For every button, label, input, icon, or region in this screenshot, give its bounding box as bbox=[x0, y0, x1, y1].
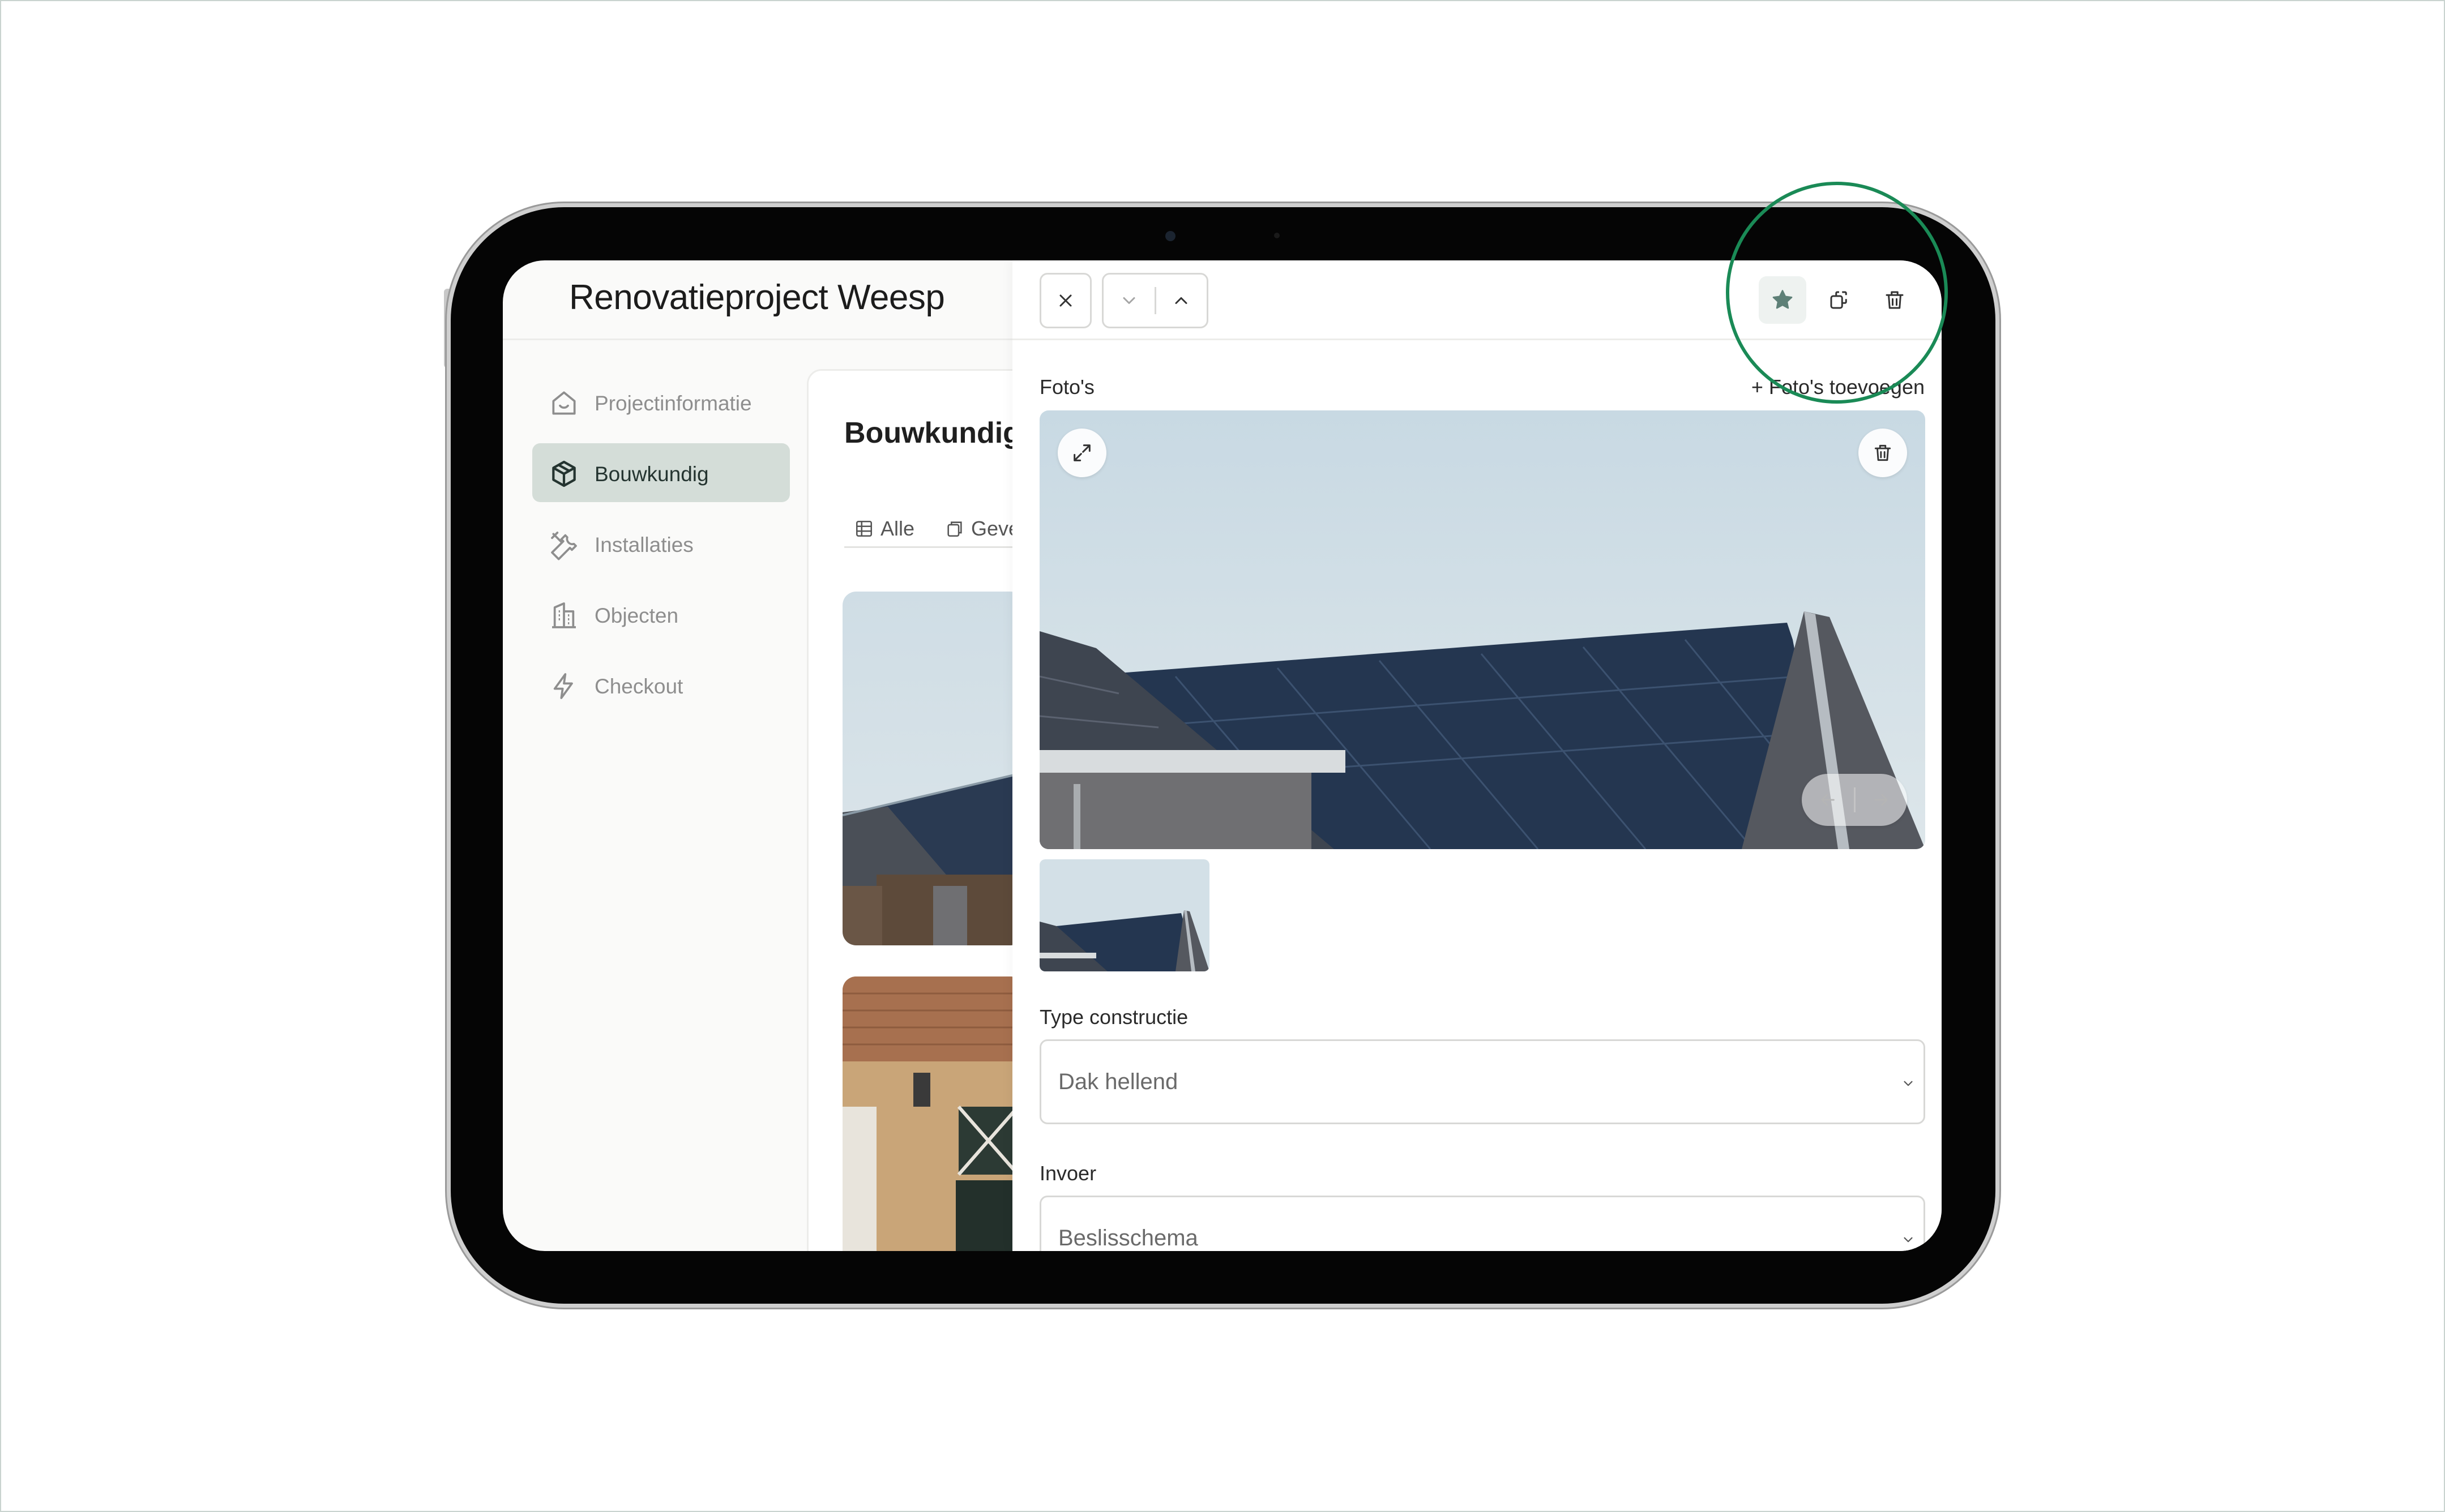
tab-geve[interactable]: Geve bbox=[945, 517, 1020, 541]
chevron-up-icon bbox=[1175, 297, 1187, 304]
photo-thumbnail[interactable] bbox=[1040, 859, 1209, 971]
item-photo[interactable] bbox=[843, 592, 1024, 945]
previous-photo-button[interactable] bbox=[1802, 790, 1854, 810]
building-icon bbox=[552, 602, 576, 628]
delete-photo-button[interactable] bbox=[1858, 429, 1907, 477]
select-value: Beslisschema bbox=[1058, 1226, 1198, 1250]
photos-label: Foto's bbox=[1040, 375, 1095, 399]
grid-icon bbox=[856, 520, 873, 537]
tools-icon bbox=[551, 532, 577, 560]
sidebar-item-label: Objecten bbox=[595, 604, 679, 627]
select-value: Dak hellend bbox=[1058, 1069, 1178, 1094]
sidebar-item-projectinformatie[interactable]: Projectinformatie bbox=[532, 372, 790, 431]
sensor bbox=[1274, 233, 1280, 238]
next-photo-button[interactable] bbox=[1856, 790, 1908, 810]
sidebar-item-label: Checkout bbox=[595, 675, 683, 698]
item-photo[interactable] bbox=[843, 976, 1024, 1251]
close-button[interactable] bbox=[1040, 273, 1092, 328]
chevron-down-icon bbox=[1904, 1081, 1913, 1086]
trash-icon bbox=[1874, 444, 1891, 461]
chevron-down-icon bbox=[1123, 297, 1135, 304]
type-constructie-select[interactable]: Dak hellend bbox=[1040, 1039, 1925, 1124]
tab-label: Alle bbox=[880, 517, 915, 540]
page-title: Renovatieproject Weesp bbox=[569, 278, 945, 317]
highlight-circle bbox=[1726, 182, 1948, 404]
sidebar: Projectinformatie Bouwkundig Installatie… bbox=[532, 372, 790, 726]
sidebar-item-objecten[interactable]: Objecten bbox=[532, 585, 790, 644]
arrow-left-icon bbox=[1820, 794, 1835, 806]
field-label: Type constructie bbox=[1040, 1005, 1189, 1029]
power-button bbox=[444, 289, 451, 368]
sidebar-item-bouwkundig[interactable]: Bouwkundig bbox=[532, 443, 790, 502]
app-header: Renovatieproject Weesp bbox=[503, 260, 1069, 340]
sidebar-item-label: Installaties bbox=[595, 533, 694, 556]
section-title: Bouwkundig bbox=[844, 417, 1021, 449]
sidebar-item-label: Bouwkundig bbox=[595, 462, 709, 486]
lightning-icon bbox=[553, 673, 573, 699]
copy-icon bbox=[947, 521, 962, 537]
photo-pager bbox=[1802, 774, 1907, 826]
house-icon bbox=[552, 391, 576, 415]
field-label: Invoer bbox=[1040, 1162, 1097, 1185]
sidebar-item-checkout[interactable]: Checkout bbox=[532, 656, 790, 714]
sidebar-item-label: Projectinformatie bbox=[595, 392, 752, 415]
record-navigation bbox=[1102, 273, 1208, 328]
box-icon bbox=[552, 460, 576, 487]
detail-panel: Foto's + Foto's toevoegen Type construct… bbox=[1012, 260, 1942, 1251]
fullscreen-button[interactable] bbox=[1058, 429, 1106, 477]
tablet-screen: Renovatieproject Weesp Projectinformatie… bbox=[503, 260, 1942, 1251]
chevron-down-icon bbox=[1904, 1237, 1913, 1243]
invoer-select[interactable]: Beslisschema bbox=[1040, 1196, 1925, 1251]
expand-icon bbox=[1074, 444, 1091, 461]
camera-icon bbox=[1165, 231, 1176, 241]
sidebar-item-installaties[interactable]: Installaties bbox=[532, 514, 790, 573]
arrow-right-icon bbox=[1874, 794, 1888, 806]
previous-button[interactable] bbox=[1156, 275, 1207, 327]
next-button[interactable] bbox=[1104, 275, 1155, 327]
tab-alle[interactable]: Alle bbox=[854, 517, 914, 541]
main-photo[interactable] bbox=[1040, 410, 1925, 849]
close-icon bbox=[1059, 294, 1072, 307]
